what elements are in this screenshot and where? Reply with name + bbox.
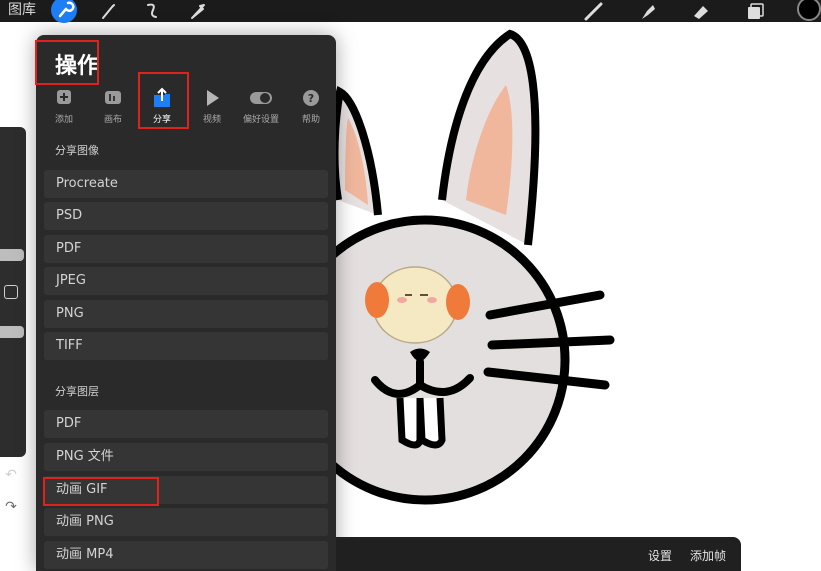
- tab-preferences[interactable]: 偏好设置: [237, 87, 285, 125]
- tab-label: 添加: [54, 115, 73, 125]
- highlight-panel-title: [35, 40, 99, 85]
- video-icon: [200, 87, 224, 109]
- redo-icon[interactable]: ↷: [2, 499, 20, 517]
- tab-label: 画布: [103, 115, 122, 125]
- brush-size-slider-handle[interactable]: [0, 249, 24, 261]
- highlight-animated-gif: [43, 477, 159, 506]
- export-png[interactable]: PNG: [44, 300, 328, 328]
- highlight-share-tab: [138, 72, 189, 129]
- export-animated-png[interactable]: 动画 PNG: [44, 508, 328, 536]
- tab-help[interactable]: ? 帮助: [287, 87, 335, 125]
- export-layers-png-files[interactable]: PNG 文件: [44, 443, 328, 471]
- opacity-slider-handle[interactable]: [0, 326, 24, 338]
- tab-add[interactable]: 添加: [40, 87, 88, 125]
- export-psd[interactable]: PSD: [44, 202, 328, 230]
- adjustments-icon[interactable]: [97, 1, 119, 21]
- transform-icon[interactable]: [187, 1, 209, 21]
- tab-canvas[interactable]: 画布: [89, 87, 137, 125]
- add-frame-button[interactable]: 添加帧: [690, 547, 726, 564]
- section-title-share-image: 分享图像: [55, 144, 99, 157]
- section-title-share-layers: 分享图层: [55, 385, 99, 398]
- help-icon: ?: [299, 87, 323, 109]
- undo-icon[interactable]: ↶: [2, 467, 20, 485]
- gallery-link[interactable]: 图库: [8, 0, 36, 22]
- canvas-icon: [101, 87, 125, 109]
- selection-icon[interactable]: [141, 1, 163, 21]
- tab-video[interactable]: 视频: [188, 87, 236, 125]
- export-pdf[interactable]: PDF: [44, 235, 328, 263]
- tab-label: 视频: [202, 115, 221, 125]
- export-procreate[interactable]: Procreate: [44, 170, 328, 198]
- animation-timeline-bar: 设置 添加帧: [336, 537, 741, 571]
- color-swatch[interactable]: [797, 0, 821, 21]
- export-layers-pdf[interactable]: PDF: [44, 410, 328, 438]
- tab-label: 帮助: [301, 115, 320, 125]
- side-toolbar: ↶ ↷: [0, 127, 26, 515]
- timeline-settings-button[interactable]: 设置: [648, 547, 672, 564]
- export-tiff[interactable]: TIFF: [44, 332, 328, 360]
- top-toolbar: 图库: [0, 0, 821, 23]
- tab-label: 偏好设置: [242, 115, 279, 125]
- actions-icon[interactable]: [51, 0, 77, 23]
- svg-text:?: ?: [308, 92, 314, 105]
- export-jpeg[interactable]: JPEG: [44, 267, 328, 295]
- add-icon: [52, 87, 76, 109]
- preferences-icon: [249, 87, 273, 109]
- eyedropper-square-icon[interactable]: [4, 285, 18, 299]
- export-animated-mp4[interactable]: 动画 MP4: [44, 541, 328, 569]
- layers-icon[interactable]: [744, 1, 766, 21]
- eraser-icon[interactable]: [690, 1, 712, 21]
- brush-icon[interactable]: [583, 1, 605, 21]
- smudge-icon[interactable]: [637, 1, 659, 21]
